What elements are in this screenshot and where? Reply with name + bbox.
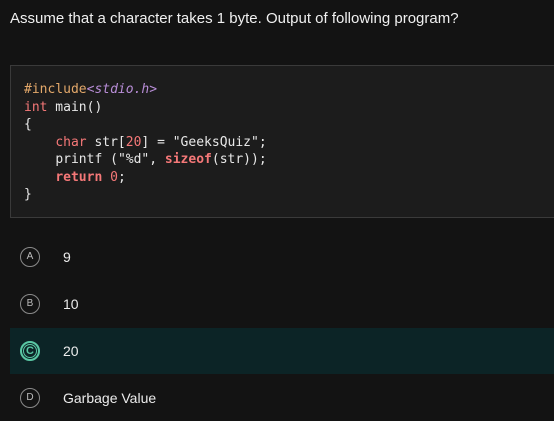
code-printf-open: ( (102, 152, 118, 167)
code-char-keyword: char (55, 134, 87, 150)
code-decl-assign: ] = (141, 134, 173, 150)
option-b-letter: B (20, 294, 40, 314)
code-array-size: 20 (125, 134, 142, 150)
code-sizeof-keyword: sizeof (164, 152, 212, 167)
code-include-directive: #include (24, 82, 87, 97)
code-close-brace: } (24, 187, 32, 202)
code-return-value: 0 (110, 169, 118, 185)
code-int-keyword: int (24, 99, 48, 115)
code-return-end: ; (117, 169, 126, 185)
code-block: #include<stdio.h> int main() { char str[… (10, 65, 554, 218)
option-c[interactable]: C 20 (10, 328, 554, 374)
code-decl-end: ; (258, 134, 267, 150)
code-printf-close: (str)); (211, 152, 267, 167)
code-format-string: "%d" (117, 152, 150, 167)
question-text: Assume that a character takes 1 byte. Ou… (10, 10, 459, 27)
option-a[interactable]: A 9 (10, 234, 554, 280)
option-d[interactable]: D Garbage Value (10, 375, 554, 421)
code-include-header: <stdio.h> (86, 82, 158, 97)
code-main-signature: main() (47, 99, 103, 115)
code-content: #include<stdio.h> int main() { char str[… (24, 81, 267, 204)
code-decl-part: str[ (86, 134, 126, 150)
code-string-literal: "GeeksQuiz" (172, 134, 259, 150)
option-d-letter: D (20, 388, 40, 408)
option-b[interactable]: B 10 (10, 281, 554, 327)
code-open-brace: { (24, 117, 32, 132)
code-printf-comma: , (149, 152, 165, 167)
code-printf: printf (55, 152, 103, 167)
code-return-keyword: return (55, 169, 103, 185)
option-a-letter: A (20, 247, 40, 267)
option-c-text: 20 (63, 343, 79, 359)
option-d-text: Garbage Value (63, 390, 157, 406)
option-a-text: 9 (63, 249, 71, 265)
option-c-letter: C (20, 341, 40, 361)
option-b-text: 10 (63, 296, 79, 312)
code-return-space (102, 170, 110, 185)
